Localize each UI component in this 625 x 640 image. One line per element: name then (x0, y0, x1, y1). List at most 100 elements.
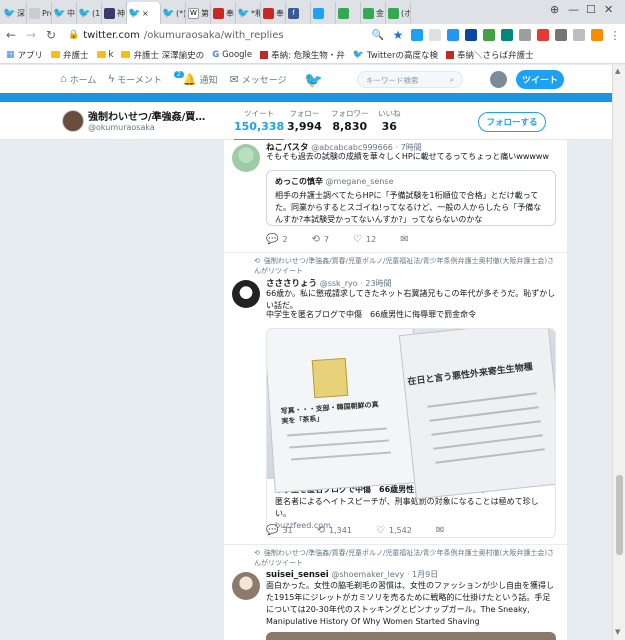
browser-tab[interactable]: 🐦(1) (77, 2, 102, 24)
like-button[interactable]: ♡ 12 (353, 234, 376, 245)
search-input[interactable]: キーワード検索 ⌕ (357, 71, 463, 88)
card-image[interactable]: 在日と言う悪性外来寄生生物種 写真・・・支部・韓国朝鮮の真実を「茶系」 (267, 329, 555, 500)
wikipedia-icon: W (188, 7, 199, 19)
browser-tab[interactable]: 🐦*和 (236, 2, 261, 24)
scroll-down-icon[interactable]: ▼ (615, 628, 620, 636)
tweet-time[interactable]: · 1月9日 (407, 570, 438, 579)
retweet-button[interactable]: ⟲ 7 (312, 234, 329, 245)
maps-icon (388, 7, 399, 19)
browser-tab[interactable]: Pro (27, 2, 52, 24)
extension-icon[interactable] (465, 29, 477, 41)
reply-button[interactable]: 💬 31 (266, 525, 293, 536)
tweet-author-handle[interactable]: @shoemaker_levy (331, 570, 404, 579)
browser-tab[interactable]: 奉 (211, 2, 236, 24)
twitter-logo-icon[interactable]: 🐦 (304, 71, 323, 89)
extension-icon[interactable] (429, 29, 441, 41)
like-button[interactable]: ♡ 1,542 (376, 525, 412, 536)
red-icon (260, 50, 269, 59)
extension-icon[interactable] (591, 29, 603, 41)
stat-following[interactable]: フォロー 3,994 (287, 108, 322, 133)
folder-icon (51, 51, 61, 58)
bookmark-apps[interactable]: ▦ アプリ (6, 49, 43, 61)
extension-icon[interactable] (555, 29, 567, 41)
nav-home[interactable]: ⌂ ホーム (60, 73, 96, 86)
tweet[interactable]: ねこパスタ @abcabcabc999666 · 7時間 そもそも過去の試験の成… (224, 140, 567, 253)
tweet-time[interactable]: · 23時間 (360, 279, 391, 288)
tweet-avatar[interactable] (232, 280, 260, 308)
new-tab-icon[interactable]: ⊕ (550, 3, 559, 16)
stat-followers[interactable]: フォロワー 8,830 (331, 108, 369, 133)
tweet[interactable]: ⟲ 強制わいせつ/準強姦/買春/児童ポルノ/児童福祉法/青少年条例弁護士奥村徹(大… (224, 545, 567, 640)
reply-button[interactable]: 💬 2 (266, 234, 288, 245)
nav-notifications[interactable]: 2 🔔 通知 (173, 70, 217, 86)
tweet-author-handle[interactable]: @ssk_ryo (320, 279, 358, 288)
scroll-up-icon[interactable]: ▲ (615, 67, 620, 75)
bell-icon: 🔔 (182, 73, 197, 86)
minimize-icon[interactable]: — (568, 3, 579, 16)
browser-tab[interactable]: 🐦 中 (52, 2, 77, 24)
browser-tab[interactable] (311, 2, 336, 24)
card-image-partial[interactable] (266, 632, 556, 640)
tweet-button[interactable]: ツイート (516, 70, 564, 89)
red-icon (445, 50, 454, 59)
browser-tab[interactable]: 奉 (261, 2, 286, 24)
quoted-tweet[interactable]: めっこの慎辛 @megane_sense 相手の弁護士調べてたらHPに「予備試験… (266, 170, 556, 226)
dm-button[interactable]: ✉ (400, 234, 408, 245)
stat-likes[interactable]: いいね 36 (378, 108, 401, 133)
browser-tab[interactable]: 神 (102, 2, 127, 24)
extension-icon[interactable] (501, 29, 513, 41)
tweet-avatar[interactable] (232, 144, 260, 172)
dm-button[interactable]: ✉ (436, 525, 444, 536)
search-icon[interactable]: ⌕ (450, 75, 454, 84)
profile-handle[interactable]: @okumuraosaka (88, 123, 155, 132)
maximize-icon[interactable]: ☐ (586, 3, 596, 16)
tweet-author-name[interactable]: suisei_sensei (266, 570, 329, 580)
bookmark-folder[interactable]: 弁護士 (51, 49, 89, 61)
envelope-icon: ✉ (400, 234, 409, 245)
search-icon[interactable]: 🔍 (371, 30, 385, 41)
browser-tab[interactable]: f (286, 2, 311, 24)
tab-close-icon[interactable]: × (142, 9, 149, 18)
menu-icon[interactable]: ⋮ (609, 29, 621, 42)
extension-icon[interactable] (519, 29, 531, 41)
retweet-context: ⟲ 強制わいせつ/準強姦/買春/児童ポルノ/児童福祉法/青少年条例弁護士奥村徹(大… (254, 549, 555, 567)
page-scrollbar[interactable]: ▲ ▼ (612, 65, 625, 640)
browser-tab[interactable]: 🐦 深 (2, 2, 27, 24)
extension-icon[interactable] (573, 29, 585, 41)
extension-icon[interactable] (447, 29, 459, 41)
browser-tab[interactable] (336, 2, 361, 24)
bookmark-star-icon[interactable]: ★ (391, 28, 405, 42)
browser-tab[interactable]: W第 (186, 2, 211, 24)
bookmark-google[interactable]: G Google (212, 50, 252, 60)
extension-icon[interactable] (537, 29, 549, 41)
bookmark-link[interactable]: 奉納: 危険生物・弁 (260, 49, 345, 61)
bookmark-link[interactable]: 🐦 Twitterの高度な検 (353, 49, 438, 61)
follow-button[interactable]: フォローする (478, 112, 546, 132)
evernote-icon[interactable] (483, 29, 495, 41)
account-avatar[interactable] (490, 71, 507, 88)
close-window-icon[interactable]: ✕ (604, 3, 613, 16)
address-bar[interactable]: 🔒 twitter.com/okumuraosaka/with_replies (64, 26, 365, 44)
maps-icon (338, 7, 349, 19)
bookmark-folder[interactable]: 弁護士 深澤諭史の (121, 49, 204, 61)
back-icon[interactable]: ← (4, 28, 18, 42)
stat-tweets[interactable]: ツイート 150,338 (234, 108, 285, 141)
scrollbar-thumb[interactable] (616, 475, 623, 555)
bookmark-link[interactable]: 奉納＼さらば弁護士 (445, 49, 533, 61)
profile-name[interactable]: 強制わいせつ/準強姦/買… (88, 108, 218, 123)
browser-tab[interactable]: 🐦 (*) (161, 2, 186, 24)
profile-avatar[interactable] (62, 110, 84, 132)
tweet-avatar[interactable] (232, 572, 260, 600)
nav-moments[interactable]: ϟ モーメント (108, 73, 161, 86)
forward-icon[interactable]: → (24, 28, 38, 42)
reload-icon[interactable]: ↻ (44, 28, 58, 42)
bookmark-folder[interactable]: k (96, 50, 113, 60)
browser-tab[interactable]: 金 (361, 2, 386, 24)
retweet-button[interactable]: ⟲ 1,341 (317, 525, 352, 536)
link-card[interactable]: 在日と言う悪性外来寄生生物種 写真・・・支部・韓国朝鮮の真実を「茶系」 中学生を… (266, 328, 556, 538)
browser-tab[interactable]: (ホ (386, 2, 411, 24)
extension-icon[interactable] (411, 29, 423, 41)
nav-messages[interactable]: ✉ メッセージ (229, 73, 286, 86)
tweet[interactable]: ⟲ 強制わいせつ/準強姦/買春/児童ポルノ/児童福祉法/青少年条例弁護士奥村徹(大… (224, 253, 567, 545)
browser-tab-active[interactable]: 🐦 × (127, 2, 161, 24)
